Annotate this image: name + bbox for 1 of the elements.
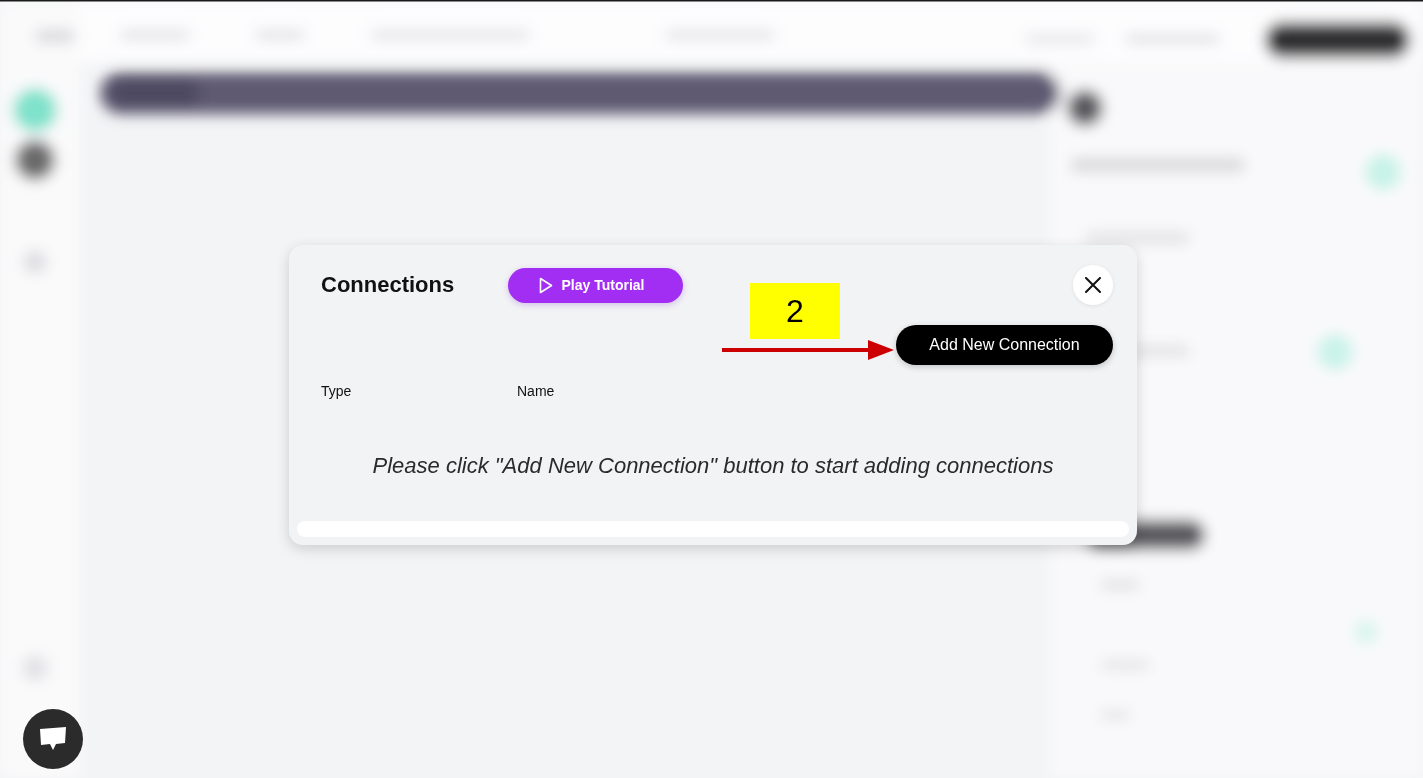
speech-bubble-icon xyxy=(38,726,68,752)
